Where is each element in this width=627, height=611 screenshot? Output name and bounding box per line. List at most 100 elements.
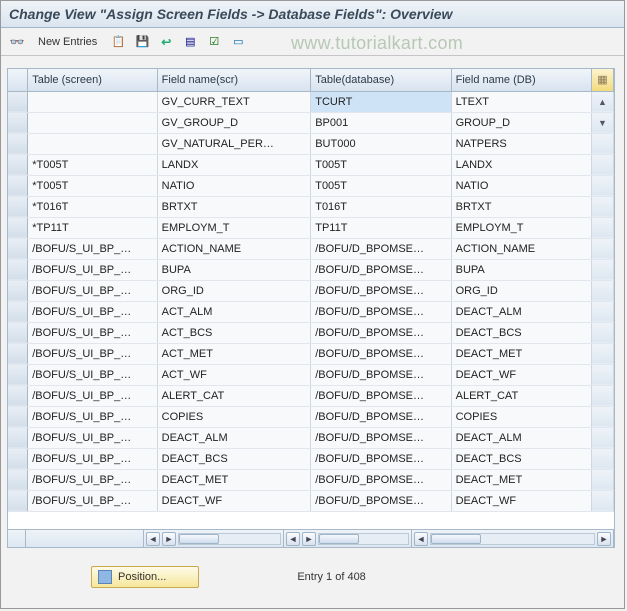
hscroll-left-icon[interactable]: ◄ bbox=[414, 532, 428, 546]
row-handle[interactable] bbox=[8, 301, 28, 322]
cell-c1[interactable]: COPIES bbox=[157, 406, 311, 427]
cell-c3[interactable]: DEACT_ALM bbox=[451, 301, 591, 322]
cell-c0[interactable]: *T016T bbox=[28, 196, 157, 217]
cell-c0[interactable]: /BOFU/S_UI_BP_… bbox=[28, 427, 157, 448]
cell-c0[interactable]: /BOFU/S_UI_BP_… bbox=[28, 364, 157, 385]
hscroll-track[interactable] bbox=[178, 533, 281, 545]
vscroll-cell[interactable]: ▲ bbox=[592, 91, 614, 112]
cell-c1[interactable]: BUPA bbox=[157, 259, 311, 280]
cell-c2[interactable]: T005T bbox=[311, 175, 451, 196]
cell-c0[interactable]: /BOFU/S_UI_BP_… bbox=[28, 238, 157, 259]
cell-c0[interactable]: *TP11T bbox=[28, 217, 157, 238]
table-row[interactable]: GV_CURR_TEXTTCURTLTEXT▲ bbox=[8, 91, 614, 112]
cell-c2[interactable]: /BOFU/D_BPOMSE… bbox=[311, 259, 451, 280]
cell-c3[interactable]: LANDX bbox=[451, 154, 591, 175]
vscroll-cell[interactable]: ▼ bbox=[592, 112, 614, 133]
cell-c1[interactable]: ACT_BCS bbox=[157, 322, 311, 343]
vscroll-cell[interactable] bbox=[592, 490, 614, 511]
table-row[interactable]: *T005TLANDXT005TLANDX bbox=[8, 154, 614, 175]
hscroll-left-icon[interactable]: ◄ bbox=[286, 532, 300, 546]
cell-c2[interactable]: /BOFU/D_BPOMSE… bbox=[311, 469, 451, 490]
cell-c3[interactable]: DEACT_BCS bbox=[451, 322, 591, 343]
table-row[interactable]: *TP11TEMPLOYM_TTP11TEMPLOYM_T bbox=[8, 217, 614, 238]
table-row[interactable]: /BOFU/S_UI_BP_…DEACT_ALM/BOFU/D_BPOMSE…D… bbox=[8, 427, 614, 448]
cell-c2[interactable]: TP11T bbox=[311, 217, 451, 238]
cell-c2[interactable]: /BOFU/D_BPOMSE… bbox=[311, 343, 451, 364]
cell-c2[interactable]: /BOFU/D_BPOMSE… bbox=[311, 406, 451, 427]
table-row[interactable]: /BOFU/S_UI_BP_…ACT_BCS/BOFU/D_BPOMSE…DEA… bbox=[8, 322, 614, 343]
cell-c1[interactable]: ACTION_NAME bbox=[157, 238, 311, 259]
table-row[interactable]: /BOFU/S_UI_BP_…COPIES/BOFU/D_BPOMSE…COPI… bbox=[8, 406, 614, 427]
cell-c2[interactable]: /BOFU/D_BPOMSE… bbox=[311, 448, 451, 469]
cell-c3[interactable]: ACTION_NAME bbox=[451, 238, 591, 259]
cell-c3[interactable]: DEACT_MET bbox=[451, 343, 591, 364]
copy-as-icon[interactable] bbox=[108, 32, 128, 52]
cell-c2[interactable]: /BOFU/D_BPOMSE… bbox=[311, 301, 451, 322]
row-handle[interactable] bbox=[8, 448, 28, 469]
hscroll-track[interactable] bbox=[430, 533, 595, 545]
vscroll-cell[interactable] bbox=[592, 469, 614, 490]
row-handle[interactable] bbox=[8, 259, 28, 280]
cell-c2[interactable]: BP001 bbox=[311, 112, 451, 133]
cell-c1[interactable]: GV_CURR_TEXT bbox=[157, 91, 311, 112]
table-row[interactable]: *T005TNATIOT005TNATIO bbox=[8, 175, 614, 196]
column-header-table-db[interactable]: Table(database) bbox=[311, 69, 451, 91]
row-handle[interactable] bbox=[8, 217, 28, 238]
cell-c1[interactable]: LANDX bbox=[157, 154, 311, 175]
hscroll-right-icon[interactable]: ► bbox=[597, 532, 611, 546]
cell-c0[interactable]: /BOFU/S_UI_BP_… bbox=[28, 301, 157, 322]
table-row[interactable]: GV_NATURAL_PER…BUT000NATPERS bbox=[8, 133, 614, 154]
row-handle[interactable] bbox=[8, 427, 28, 448]
position-button[interactable]: Position... bbox=[91, 566, 199, 588]
table-row[interactable]: GV_GROUP_DBP001GROUP_D▼ bbox=[8, 112, 614, 133]
row-handle[interactable] bbox=[8, 406, 28, 427]
row-handle[interactable] bbox=[8, 238, 28, 259]
cell-c0[interactable] bbox=[28, 112, 157, 133]
cell-c0[interactable]: /BOFU/S_UI_BP_… bbox=[28, 385, 157, 406]
cell-c2[interactable]: /BOFU/D_BPOMSE… bbox=[311, 427, 451, 448]
cell-c2[interactable]: /BOFU/D_BPOMSE… bbox=[311, 385, 451, 406]
cell-c2[interactable]: T005T bbox=[311, 154, 451, 175]
cell-c1[interactable]: BRTXT bbox=[157, 196, 311, 217]
cell-c0[interactable]: *T005T bbox=[28, 175, 157, 196]
row-handle[interactable] bbox=[8, 154, 28, 175]
cell-c1[interactable]: ACT_WF bbox=[157, 364, 311, 385]
cell-c3[interactable]: EMPLOYM_T bbox=[451, 217, 591, 238]
cell-c3[interactable]: DEACT_ALM bbox=[451, 427, 591, 448]
column-header-field-scr[interactable]: Field name(scr) bbox=[157, 69, 311, 91]
cell-c2[interactable]: BUT000 bbox=[311, 133, 451, 154]
cell-c0[interactable]: /BOFU/S_UI_BP_… bbox=[28, 448, 157, 469]
table-row[interactable]: /BOFU/S_UI_BP_…DEACT_MET/BOFU/D_BPOMSE…D… bbox=[8, 469, 614, 490]
table-row[interactable]: /BOFU/S_UI_BP_…ACT_MET/BOFU/D_BPOMSE…DEA… bbox=[8, 343, 614, 364]
cell-c0[interactable]: /BOFU/S_UI_BP_… bbox=[28, 406, 157, 427]
hscroll-track[interactable] bbox=[318, 533, 409, 545]
cell-c1[interactable]: EMPLOYM_T bbox=[157, 217, 311, 238]
cell-c3[interactable]: ALERT_CAT bbox=[451, 385, 591, 406]
table-settings-icon[interactable] bbox=[592, 69, 614, 91]
undo-icon[interactable] bbox=[156, 32, 176, 52]
cell-c1[interactable]: GV_GROUP_D bbox=[157, 112, 311, 133]
cell-c3[interactable]: DEACT_BCS bbox=[451, 448, 591, 469]
cell-c3[interactable]: NATIO bbox=[451, 175, 591, 196]
row-handle[interactable] bbox=[8, 490, 28, 511]
cell-c3[interactable]: BUPA bbox=[451, 259, 591, 280]
display-toggle-icon[interactable] bbox=[7, 32, 27, 52]
cell-c3[interactable]: GROUP_D bbox=[451, 112, 591, 133]
select-block-icon[interactable] bbox=[180, 32, 200, 52]
cell-c1[interactable]: NATIO bbox=[157, 175, 311, 196]
table-row[interactable]: /BOFU/S_UI_BP_…ACT_WF/BOFU/D_BPOMSE…DEAC… bbox=[8, 364, 614, 385]
cell-c0[interactable]: /BOFU/S_UI_BP_… bbox=[28, 490, 157, 511]
cell-c3[interactable]: NATPERS bbox=[451, 133, 591, 154]
cell-c1[interactable]: DEACT_BCS bbox=[157, 448, 311, 469]
hscroll-left-icon[interactable]: ◄ bbox=[146, 532, 160, 546]
cell-c3[interactable]: COPIES bbox=[451, 406, 591, 427]
cell-c0[interactable]: /BOFU/S_UI_BP_… bbox=[28, 343, 157, 364]
cell-c1[interactable]: ALERT_CAT bbox=[157, 385, 311, 406]
table-row[interactable]: /BOFU/S_UI_BP_…ORG_ID/BOFU/D_BPOMSE…ORG_… bbox=[8, 280, 614, 301]
row-handle[interactable] bbox=[8, 280, 28, 301]
table-row[interactable]: /BOFU/S_UI_BP_…BUPA/BOFU/D_BPOMSE…BUPA bbox=[8, 259, 614, 280]
table-row[interactable]: /BOFU/S_UI_BP_…ALERT_CAT/BOFU/D_BPOMSE…A… bbox=[8, 385, 614, 406]
row-handle[interactable] bbox=[8, 322, 28, 343]
select-all-icon[interactable] bbox=[204, 32, 224, 52]
cell-c1[interactable]: ORG_ID bbox=[157, 280, 311, 301]
